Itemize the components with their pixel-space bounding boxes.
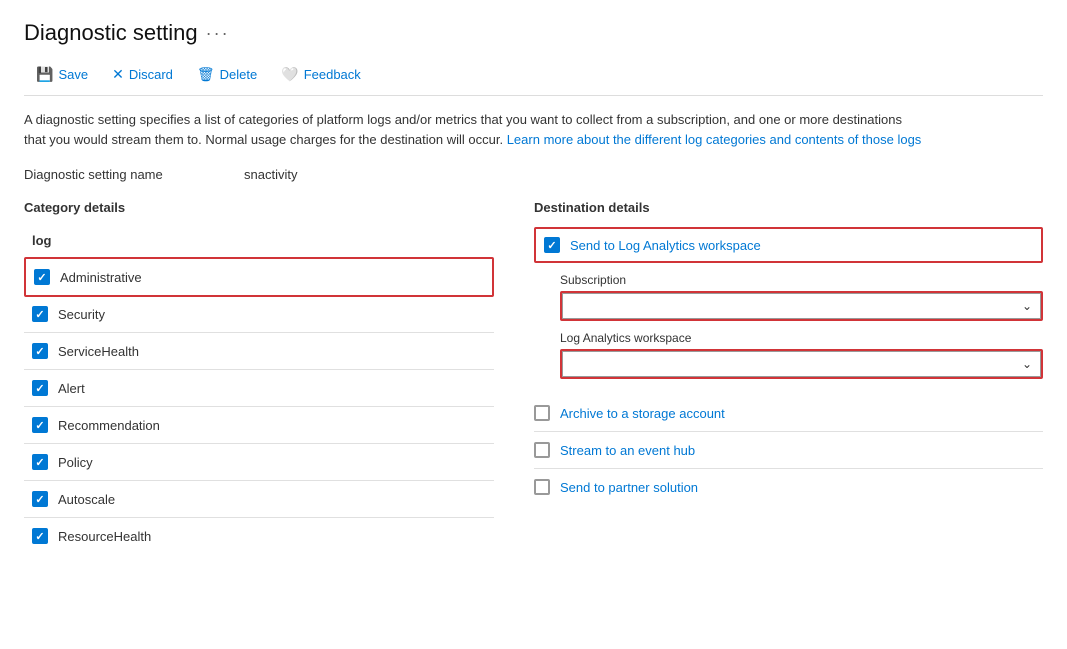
eventhub-label: Stream to an event hub <box>560 443 695 458</box>
feedback-button[interactable]: 🤍 Feedback <box>269 62 373 87</box>
log-item-label: Administrative <box>60 270 142 285</box>
delete-icon: 🗑 <box>197 66 215 83</box>
delete-button[interactable]: 🗑 Delete <box>185 62 269 87</box>
checkbox-policy[interactable] <box>32 454 48 470</box>
chevron-down-icon: ⌄ <box>1022 299 1032 313</box>
learn-more-link[interactable]: Learn more about the different log categ… <box>507 132 922 147</box>
checkbox-log-analytics[interactable] <box>544 237 560 253</box>
log-item[interactable]: Alert <box>24 370 494 407</box>
log-item-label: ServiceHealth <box>58 344 139 359</box>
subscription-dropdown[interactable]: ⌄ <box>562 293 1041 319</box>
log-item[interactable]: Administrative <box>24 257 494 297</box>
storage-label: Archive to a storage account <box>560 406 725 421</box>
subscription-group: Subscription ⌄ <box>534 273 1043 321</box>
log-item[interactable]: Recommendation <box>24 407 494 444</box>
checkbox-eventhub[interactable] <box>534 442 550 458</box>
log-item[interactable]: Security <box>24 296 494 333</box>
dest-option-storage[interactable]: Archive to a storage account <box>534 395 1043 432</box>
page-title-ellipsis: ··· <box>206 23 230 44</box>
log-item[interactable]: Policy <box>24 444 494 481</box>
log-item[interactable]: ResourceHealth <box>24 518 494 554</box>
log-item-label: Policy <box>58 455 93 470</box>
log-item-label: Security <box>58 307 105 322</box>
log-item[interactable]: Autoscale <box>24 481 494 518</box>
log-item-label: ResourceHealth <box>58 529 151 544</box>
right-panel: Destination details Send to Log Analytic… <box>524 200 1043 554</box>
chevron-down-icon: ⌄ <box>1022 357 1032 371</box>
log-item[interactable]: ServiceHealth <box>24 333 494 370</box>
checkbox-administrative[interactable] <box>34 269 50 285</box>
setting-name-label: Diagnostic setting name <box>24 167 244 182</box>
log-item-label: Alert <box>58 381 85 396</box>
checkbox-recommendation[interactable] <box>32 417 48 433</box>
workspace-label: Log Analytics workspace <box>560 331 1043 345</box>
setting-name-row: Diagnostic setting name snactivity <box>24 167 1043 182</box>
dest-option-log-analytics[interactable]: Send to Log Analytics workspace <box>534 227 1043 263</box>
destination-details-title: Destination details <box>534 200 1043 215</box>
log-header: log <box>24 227 494 254</box>
subscription-label: Subscription <box>560 273 1043 287</box>
main-content: Category details log Administrative Secu… <box>24 200 1043 554</box>
setting-name-value: snactivity <box>244 167 297 182</box>
discard-button[interactable]: ✕ Discard <box>100 62 185 87</box>
log-item-label: Recommendation <box>58 418 160 433</box>
checkbox-security[interactable] <box>32 306 48 322</box>
workspace-dropdown-wrapper: ⌄ <box>560 349 1043 379</box>
workspace-group: Log Analytics workspace ⌄ <box>534 331 1043 379</box>
feedback-icon: 🤍 <box>281 66 298 83</box>
left-panel: Category details log Administrative Secu… <box>24 200 524 554</box>
subscription-dropdown-wrapper: ⌄ <box>560 291 1043 321</box>
partner-label: Send to partner solution <box>560 480 698 495</box>
checkbox-storage[interactable] <box>534 405 550 421</box>
save-icon: 💾 <box>36 66 53 83</box>
log-analytics-label: Send to Log Analytics workspace <box>570 238 761 253</box>
checkbox-partner[interactable] <box>534 479 550 495</box>
checkbox-resourcehealth[interactable] <box>32 528 48 544</box>
description: A diagnostic setting specifies a list of… <box>24 110 924 149</box>
checkbox-autoscale[interactable] <box>32 491 48 507</box>
category-details-title: Category details <box>24 200 494 215</box>
log-item-label: Autoscale <box>58 492 115 507</box>
workspace-dropdown[interactable]: ⌄ <box>562 351 1041 377</box>
discard-icon: ✕ <box>112 66 124 83</box>
page-title: Diagnostic setting ··· <box>24 20 1043 46</box>
dest-option-partner[interactable]: Send to partner solution <box>534 469 1043 505</box>
checkbox-alert[interactable] <box>32 380 48 396</box>
save-button[interactable]: 💾 Save <box>24 62 100 87</box>
toolbar: 💾 Save ✕ Discard 🗑 Delete 🤍 Feedback <box>24 62 1043 96</box>
checkbox-servicehealth[interactable] <box>32 343 48 359</box>
dest-option-eventhub[interactable]: Stream to an event hub <box>534 432 1043 469</box>
